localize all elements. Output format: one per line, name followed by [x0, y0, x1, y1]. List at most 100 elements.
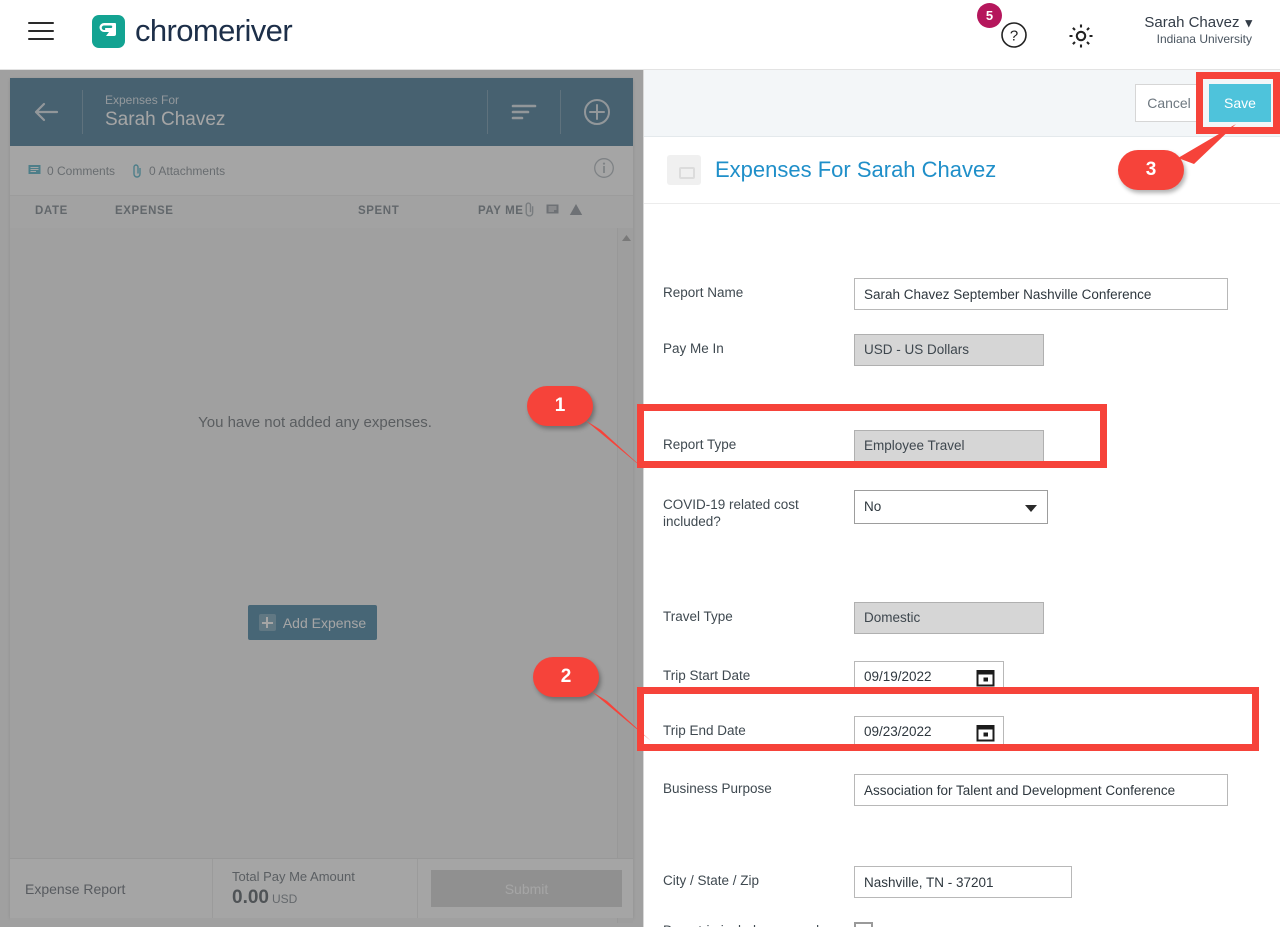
comment-icon	[28, 165, 41, 174]
column-spent: SPENT	[358, 205, 400, 217]
empty-state-message: You have not added any expenses.	[198, 414, 432, 431]
field-pay-me-in: Pay Me In USD - US Dollars	[644, 334, 1280, 366]
sort-icon[interactable]	[488, 101, 560, 123]
travel-type-label: Travel Type	[663, 609, 733, 624]
hamburger-menu-icon[interactable]	[28, 22, 54, 42]
expense-list-body: You have not added any expenses. Add Exp…	[10, 228, 633, 923]
wallet-icon	[667, 155, 701, 185]
plus-circle-icon[interactable]	[561, 97, 633, 127]
column-pay-me: PAY ME	[478, 205, 524, 217]
user-name-row: Sarah Chavez ▾	[1144, 14, 1252, 31]
total-pay-me-block: Total Pay Me Amount 0.00 USD	[213, 859, 418, 918]
trip-start-date-input[interactable]: 09/19/2022	[854, 661, 1004, 693]
help-circle-icon[interactable]: ?	[998, 19, 1030, 51]
report-type-value: Employee Travel	[854, 430, 1044, 462]
warning-triangle-icon	[569, 204, 583, 215]
total-amount-value: 0.00	[232, 887, 269, 908]
comments-item[interactable]: 0 Comments	[28, 164, 115, 178]
report-form: Report Name Pay Me In USD - US Dollars R…	[644, 204, 1280, 927]
field-trip-start-date: Trip Start Date 09/19/2022	[644, 661, 1280, 693]
report-title: Expenses For Sarah Chavez	[715, 157, 997, 182]
field-travel-type: Travel Type Domestic	[644, 602, 1280, 634]
pay-me-in-value: USD - US Dollars	[854, 334, 1044, 366]
city-state-zip-input[interactable]	[854, 866, 1072, 898]
hamburger-bar	[28, 38, 54, 40]
business-purpose-input[interactable]	[854, 774, 1228, 806]
trip-end-date-label: Trip End Date	[663, 723, 746, 738]
expense-table-columns: DATE EXPENSE SPENT PAY ME	[10, 196, 633, 228]
expense-list-header: Expenses For Sarah Chavez	[10, 78, 633, 146]
expense-report-label: Expense Report	[10, 859, 213, 918]
travel-type-value: Domestic	[854, 602, 1044, 634]
save-button[interactable]: Save	[1209, 84, 1271, 122]
caret-up-icon[interactable]	[618, 230, 634, 246]
trip-start-date-label: Trip Start Date	[663, 668, 751, 683]
top-header: chromeriver 5 ? Sarah Chavez ▾ Indiana Un…	[0, 0, 1280, 70]
covid-related-cost-label: COVID-19 related cost included?	[663, 497, 799, 529]
trip-end-date-input[interactable]: 09/23/2022	[854, 716, 1004, 748]
total-pay-me-amount: 0.00 USD	[232, 887, 417, 909]
brand-logo[interactable]: chromeriver	[92, 13, 293, 49]
comments-label: 0 Comments	[47, 163, 116, 178]
add-expense-button[interactable]: Add Expense	[248, 605, 377, 640]
calendar-icon[interactable]	[976, 723, 995, 753]
info-circle-icon[interactable]	[593, 157, 615, 184]
business-purpose-label: Business Purpose	[663, 781, 772, 796]
pay-me-in-label: Pay Me In	[663, 341, 724, 356]
expense-list-card: Expenses For Sarah Chavez 0 Comments 0 A…	[10, 78, 633, 923]
user-name-label: Sarah Chavez	[1144, 14, 1240, 31]
report-title-row: Expenses For Sarah Chavez	[644, 137, 1280, 204]
expense-list-owner: Sarah Chavez	[105, 108, 226, 130]
plus-square-icon	[258, 614, 276, 631]
add-expense-label: Add Expense	[282, 614, 367, 631]
paperclip-icon	[133, 163, 141, 178]
svg-text:?: ?	[1010, 28, 1018, 45]
user-menu[interactable]: Sarah Chavez ▾ Indiana University	[1144, 14, 1252, 46]
field-report-name: Report Name	[644, 278, 1280, 310]
chevron-down-icon[interactable]: ▾	[1245, 15, 1252, 31]
column-expense: EXPENSE	[115, 205, 174, 217]
attachments-item[interactable]: 0 Attachments	[133, 164, 225, 178]
field-covid-related-cost: COVID-19 related cost included? No	[644, 490, 1280, 530]
gear-icon[interactable]	[1064, 19, 1098, 53]
expense-list-title: Expenses For Sarah Chavez	[83, 93, 487, 132]
comment-icon	[546, 204, 559, 214]
trip-start-date-value: 09/19/2022	[864, 669, 932, 684]
report-name-input[interactable]	[854, 278, 1228, 310]
report-detail-panel: Cancel Save Expenses For Sarah Chavez Re…	[643, 70, 1280, 927]
expense-list-panel: Expenses For Sarah Chavez 0 Comments 0 A…	[0, 70, 643, 927]
attachments-label: 0 Attachments	[149, 163, 226, 178]
field-business-purpose: Business Purpose	[644, 774, 1280, 806]
chevron-down-icon	[1025, 505, 1037, 512]
covid-related-cost-select[interactable]: No	[854, 490, 1048, 524]
personal-time-label: Does trip include personal time?	[644, 916, 854, 927]
expense-list-subtitle: Expenses For	[105, 92, 180, 107]
field-report-type: Report Type Employee Travel	[644, 430, 1280, 462]
field-personal-time: Does trip include personal time?	[644, 916, 1280, 927]
column-icon-group	[525, 202, 583, 217]
notification-badge[interactable]: 5	[977, 3, 1002, 28]
hamburger-bar	[28, 22, 54, 24]
cancel-button[interactable]: Cancel	[1135, 84, 1203, 122]
hamburger-bar	[28, 30, 54, 32]
expense-list-scrollbar[interactable]	[617, 228, 633, 923]
report-name-label: Report Name	[663, 285, 744, 300]
field-trip-end-date: Trip End Date 09/23/2022	[644, 716, 1280, 748]
paperclip-icon	[525, 202, 534, 217]
expense-list-meta: 0 Comments 0 Attachments	[10, 146, 633, 196]
expense-report-footer: Expense Report Total Pay Me Amount 0.00 U…	[10, 858, 633, 918]
report-type-label: Report Type	[663, 437, 737, 452]
report-action-bar: Cancel Save	[644, 70, 1280, 137]
trip-end-date-value: 09/23/2022	[864, 724, 932, 739]
calendar-icon[interactable]	[976, 668, 995, 698]
chromeriver-logo-icon	[92, 14, 125, 48]
column-date: DATE	[35, 205, 68, 217]
total-amount-currency: USD	[271, 892, 298, 906]
city-state-zip-label: City / State / Zip	[663, 873, 760, 888]
personal-time-checkbox[interactable]	[854, 922, 873, 927]
total-pay-me-label: Total Pay Me Amount	[232, 869, 355, 884]
covid-selected-value: No	[864, 499, 882, 514]
back-button[interactable]	[10, 101, 82, 123]
app-root: chromeriver 5 ? Sarah Chavez ▾ Indiana Un…	[0, 0, 1280, 927]
submit-button[interactable]: Submit	[431, 870, 622, 907]
